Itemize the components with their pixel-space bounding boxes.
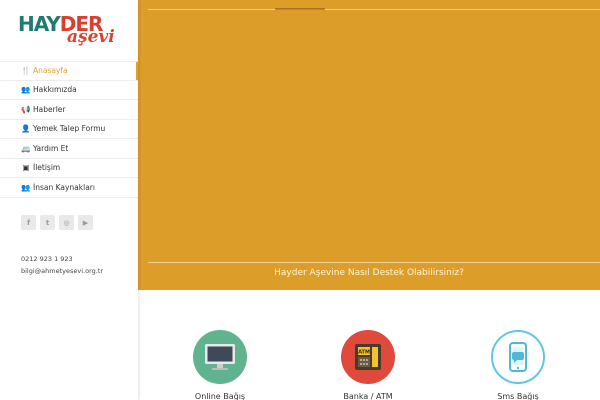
menu-item-label: Hakkımızda: [33, 85, 77, 95]
instagram-icon[interactable]: ◎: [59, 215, 74, 230]
menu-item-label: Haberler: [33, 104, 66, 114]
contact-email[interactable]: bilgi@ahmetyesevi.org.tr: [21, 265, 103, 277]
main-menu: 🍴 Anasayfa 👥 Hakkımızda 📢 Haberler 👤 Yem…: [0, 61, 138, 198]
contact-info: 0212 923 1 923 bilgi@ahmetyesevi.org.tr: [21, 253, 103, 277]
menu-item-hakkimizda[interactable]: 👥 Hakkımızda: [0, 81, 138, 100]
monitor-icon: [205, 344, 235, 370]
logo-subtext: aşevi: [67, 27, 115, 47]
sms-donation-label[interactable]: Sms Bağış: [458, 392, 578, 400]
atm-screen-label: ATM: [358, 350, 370, 356]
menu-item-label: Yemek Talep Formu: [33, 124, 106, 134]
twitter-icon[interactable]: t: [40, 215, 55, 230]
hero-bottom-divider: [148, 262, 600, 263]
atm-icon: ATM: [355, 344, 381, 370]
slider-indicator[interactable]: [275, 8, 325, 10]
menu-item-insan-kaynaklari[interactable]: 👥 İnsan Kaynakları: [0, 178, 138, 198]
menu-item-yardim-et[interactable]: 🚐 Yardım Et: [0, 139, 138, 159]
menu-item-anasayfa[interactable]: 🍴 Anasayfa: [0, 61, 138, 81]
hayder-logo[interactable]: HAYDER aşevi: [18, 12, 118, 48]
menu-item-label: İnsan Kaynakları: [33, 182, 95, 192]
hero-caption: Hayder Aşevine Nasıl Destek Olabilirsini…: [274, 268, 464, 278]
menu-item-label: Anasayfa: [33, 66, 68, 76]
social-links: f t ◎ ▶: [21, 215, 93, 230]
youtube-icon[interactable]: ▶: [78, 215, 93, 230]
sms-donation-button[interactable]: [491, 330, 545, 384]
van-icon: 🚐: [21, 143, 31, 153]
bank-atm-button[interactable]: ATM: [341, 330, 395, 384]
contact-phone[interactable]: 0212 923 1 923: [21, 253, 103, 265]
facebook-icon[interactable]: f: [21, 215, 36, 230]
menu-item-yemek-talep-formu[interactable]: 👤 Yemek Talep Formu: [0, 120, 138, 139]
address-card-icon: ▣: [22, 163, 30, 173]
team-icon: 👥: [21, 182, 31, 192]
user-form-icon: 👤: [21, 124, 31, 134]
menu-item-label: Yardım Et: [33, 143, 69, 153]
online-donation-button[interactable]: [193, 330, 247, 384]
phone-sms-icon: [509, 342, 527, 372]
sidebar: HAYDER aşevi 🍴 Anasayfa 👥 Hakkımızda 📢 H…: [0, 0, 138, 400]
menu-item-haberler[interactable]: 📢 Haberler: [0, 100, 138, 120]
megaphone-icon: 📢: [21, 104, 31, 114]
menu-item-label: İletişim: [33, 163, 61, 173]
users-icon: 👥: [21, 85, 31, 95]
menu-item-iletisim[interactable]: ▣ İletişim: [0, 159, 138, 178]
utensils-icon: 🍴: [21, 66, 31, 76]
hero-banner: Hayder Aşevine Nasıl Destek Olabilirsini…: [138, 0, 600, 290]
donation-options: ATM Online Bağış Banka / ATM Sms Bağış: [138, 290, 600, 400]
online-donation-label[interactable]: Online Bağış: [160, 392, 280, 400]
hero-top-divider: [148, 9, 600, 10]
bank-atm-label[interactable]: Banka / ATM: [308, 392, 428, 400]
